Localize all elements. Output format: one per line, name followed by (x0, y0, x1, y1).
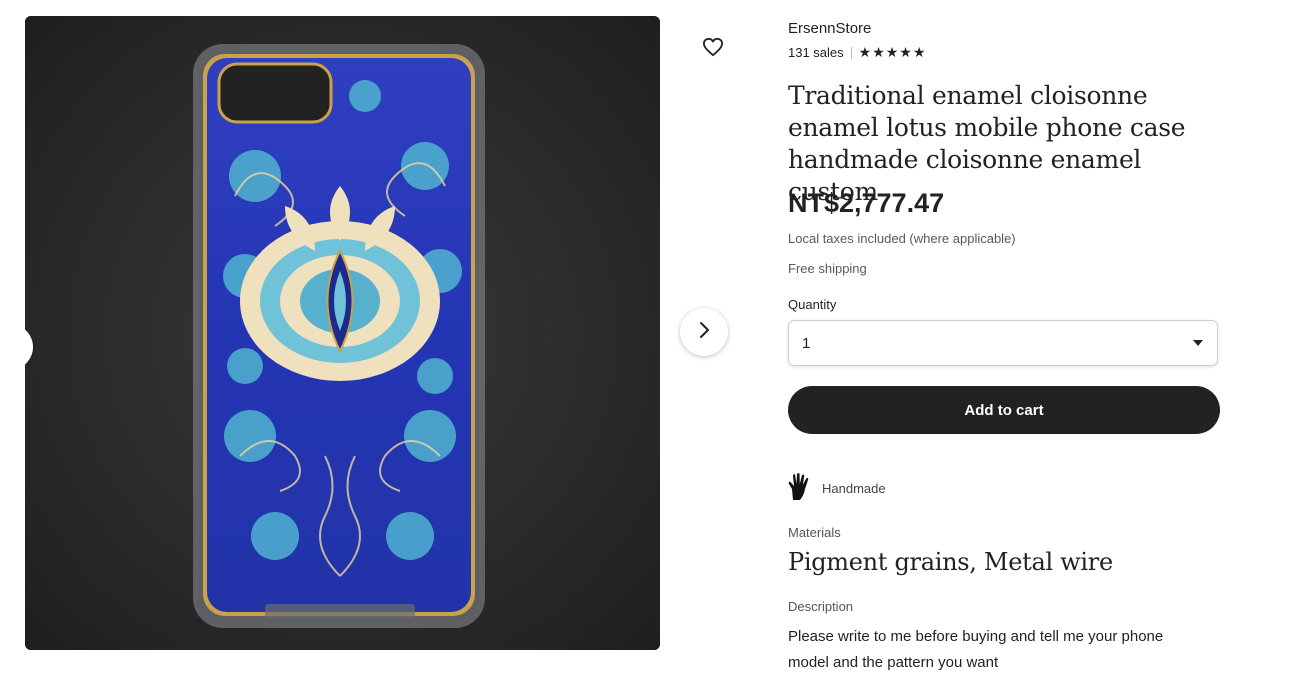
shipping-note: Free shipping (788, 261, 867, 276)
quantity-value: 1 (802, 334, 811, 352)
heart-icon (702, 37, 724, 62)
caret-down-icon (1193, 340, 1203, 346)
handmade-badge: Handmade (786, 472, 886, 505)
description-label: Description (788, 599, 854, 614)
sales-count: 131 sales (788, 45, 844, 60)
shop-stats: 131 sales ★★★★★ (788, 44, 926, 61)
favorite-button[interactable] (696, 32, 730, 66)
next-image-button[interactable] (680, 308, 728, 356)
quantity-select[interactable]: 1 (788, 320, 1218, 366)
quantity-label: Quantity (788, 297, 837, 312)
tax-note: Local taxes included (where applicable) (788, 231, 1016, 246)
shop-name-link[interactable]: ErsennStore (788, 20, 871, 37)
chevron-right-icon (695, 321, 713, 344)
product-price: NT$2,777.47 (788, 188, 945, 218)
hand-icon (786, 472, 812, 505)
materials-value: Pigment grains, Metal wire (788, 548, 1113, 576)
divider (850, 46, 852, 59)
add-to-cart-button[interactable]: Add to cart (788, 386, 1220, 434)
rating-stars[interactable]: ★★★★★ (859, 44, 927, 61)
phone-case-photo (25, 16, 660, 650)
description-text: Please write to me before buying and tel… (788, 628, 1164, 671)
product-image[interactable] (25, 16, 660, 650)
handmade-label: Handmade (822, 481, 886, 496)
materials-label: Materials (788, 525, 841, 540)
